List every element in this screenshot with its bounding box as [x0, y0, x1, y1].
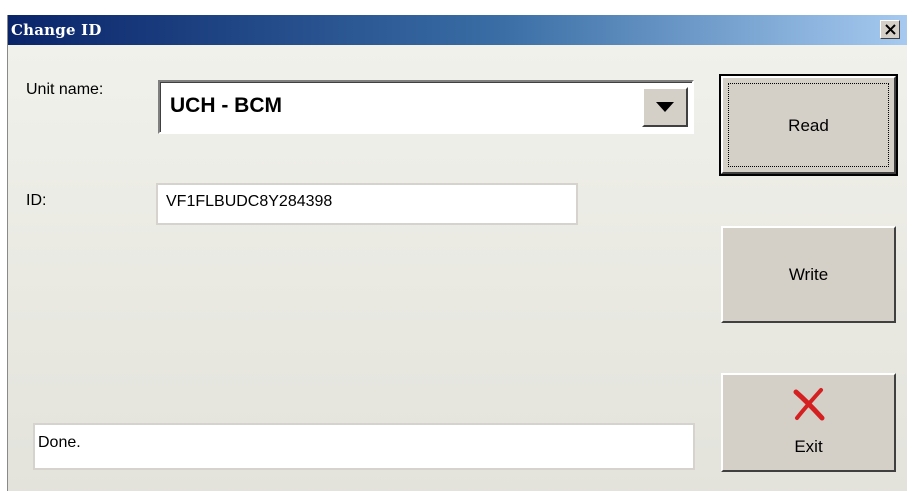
dropdown-button[interactable] — [642, 87, 688, 127]
unit-name-select[interactable]: UCH - BCM — [158, 80, 694, 134]
chevron-down-icon — [656, 102, 674, 112]
window-title: Change ID — [11, 21, 102, 39]
exit-button-label: Exit — [794, 437, 823, 456]
red-x-icon — [793, 388, 825, 421]
unit-name-label: Unit name: — [26, 81, 104, 98]
exit-button[interactable]: Exit — [721, 373, 896, 472]
unit-name-value: UCH - BCM — [170, 94, 282, 117]
status-field: Done. — [33, 423, 695, 470]
read-button-label: Read — [788, 116, 829, 135]
write-button[interactable]: Write — [721, 226, 896, 323]
read-button[interactable]: Read — [719, 74, 898, 176]
id-label: ID: — [26, 192, 47, 209]
id-value: VF1FLBUDC8Y284398 — [166, 193, 333, 210]
close-button[interactable] — [880, 20, 900, 39]
id-field[interactable]: VF1FLBUDC8Y284398 — [156, 183, 578, 225]
write-button-label: Write — [788, 265, 829, 284]
change-id-dialog: Change ID Unit name: UCH - BCM ID: VF1FL… — [7, 15, 907, 491]
close-icon — [885, 24, 896, 35]
title-bar[interactable]: Change ID — [8, 15, 907, 45]
status-text: Done. — [38, 434, 81, 451]
